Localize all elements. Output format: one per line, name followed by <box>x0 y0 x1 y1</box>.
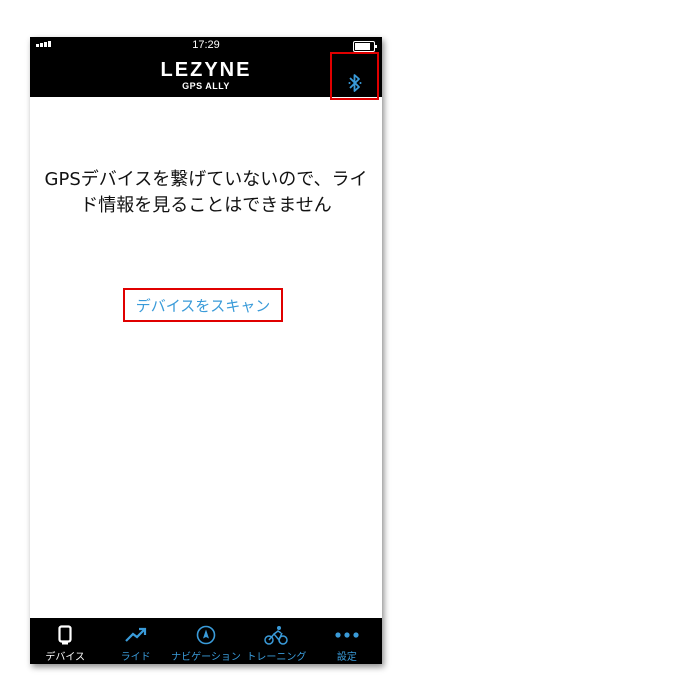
message-line-2: ド情報を見ることはできません <box>80 195 332 216</box>
tab-ride[interactable]: ライド <box>100 618 170 664</box>
no-device-message: GPSデバイスを繋げていないので、ライ ド情報を見ることはできません <box>30 167 382 219</box>
tab-bar: デバイス ライド ナビゲーション トレーニング 設定 <box>30 618 382 664</box>
scan-devices-button[interactable]: デバイスをスキャン <box>123 288 283 322</box>
tab-navigation[interactable]: ナビゲーション <box>171 618 241 664</box>
tab-training[interactable]: トレーニング <box>241 618 311 664</box>
compass-icon <box>196 625 216 645</box>
tab-settings[interactable]: 設定 <box>312 618 382 664</box>
tab-device[interactable]: デバイス <box>30 618 100 664</box>
tab-label: デバイス <box>45 652 86 663</box>
status-bar: 17:29 <box>30 37 382 53</box>
bluetooth-highlight-box <box>330 52 379 100</box>
tab-label: 設定 <box>336 652 357 663</box>
tab-label: トレーニング <box>246 652 307 663</box>
tab-label: ライド <box>120 652 151 663</box>
ride-trend-icon <box>124 627 146 642</box>
battery-icon <box>353 41 377 52</box>
message-line-1: GPSデバイスを繋げていないので、ライ <box>44 169 368 190</box>
phone-screen: 17:29 LEZYNE GPS ALLY GPSデバイスを繋げていないので、ラ… <box>30 37 382 664</box>
status-time: 17:29 <box>192 39 220 51</box>
cyclist-icon <box>264 626 289 645</box>
more-dots-icon <box>335 632 359 638</box>
tab-label: ナビゲーション <box>171 652 241 663</box>
device-icon <box>58 625 72 645</box>
